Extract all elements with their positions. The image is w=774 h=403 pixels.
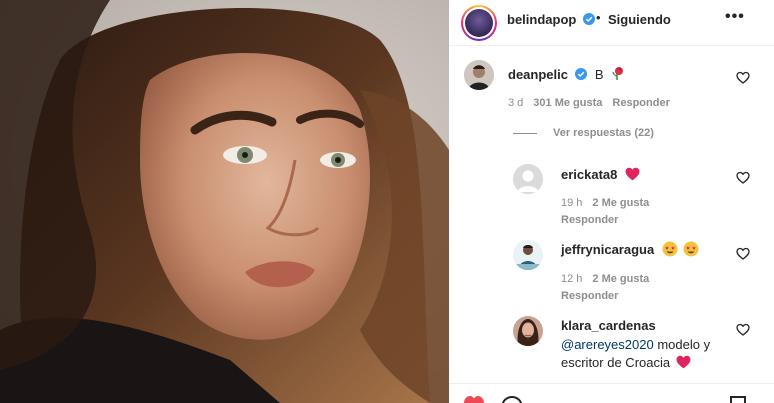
comment-avatar-erickata8[interactable] <box>513 164 543 194</box>
comment-meta-deanpelic: 3 d 301 Me gusta Responder <box>508 97 680 109</box>
star-struck-emoji-icon <box>683 241 699 257</box>
comment-meta-jeffrynicaragua: 12 h 2 Me gusta <box>561 273 659 285</box>
reply-button[interactable]: Responder <box>612 97 669 109</box>
reply-button[interactable]: Responder <box>561 214 618 226</box>
like-post-heart-icon[interactable] <box>463 396 485 403</box>
like-comment-heart-icon[interactable] <box>736 71 750 85</box>
post-photo <box>0 0 449 403</box>
avatar-photo-klara-cardenas <box>513 316 543 346</box>
mention-link[interactable]: @arereyes2020 <box>561 337 654 352</box>
comment-avatar-deanpelic[interactable] <box>464 60 494 90</box>
comment-text-line2: escritor de Croacia <box>561 355 710 370</box>
comment-avatar-klara-cardenas[interactable] <box>513 316 543 346</box>
comment-deanpelic: deanpelic B <box>508 66 625 84</box>
comment-time: 3 d <box>508 97 524 109</box>
comment-icon[interactable] <box>501 396 523 403</box>
comment-username[interactable]: erickata8 <box>561 167 617 182</box>
default-avatar-icon <box>513 164 543 194</box>
comment-likes[interactable]: 301 Me gusta <box>533 97 602 109</box>
following-button[interactable]: Siguiendo <box>608 12 671 27</box>
avatar-photo-deanpelic <box>464 60 494 90</box>
more-options-icon[interactable]: ••• <box>725 8 745 26</box>
view-replies-button[interactable]: Ver respuestas (22) <box>513 127 654 139</box>
header-separator: • <box>596 10 601 25</box>
avatar-photo-jeffrynicaragua <box>513 240 543 270</box>
comment-klara-cardenas: klara_cardenas @arereyes2020 modelo y es… <box>561 318 710 370</box>
comment-likes[interactable]: 2 Me gusta <box>592 273 649 285</box>
rose-emoji-icon <box>612 67 623 80</box>
verified-badge-icon <box>575 68 588 80</box>
portrait-illustration <box>0 0 449 403</box>
comment-username[interactable]: deanpelic <box>508 67 568 82</box>
comment-avatar-jeffrynicaragua[interactable] <box>513 240 543 270</box>
comment-time: 19 h <box>561 197 583 209</box>
comment-username[interactable]: klara_cardenas <box>561 318 710 333</box>
comment-meta-erickata8: 19 h 2 Me gusta <box>561 197 659 209</box>
view-replies-label[interactable]: Ver respuestas (22) <box>553 127 654 139</box>
like-comment-heart-icon[interactable] <box>736 171 750 185</box>
comments-panel: belindapop • Siguiendo ••• deanpelic B 3… <box>449 0 774 403</box>
reply-button[interactable]: Responder <box>561 290 618 302</box>
comment-jeffrynicaragua: jeffrynicaragua <box>561 241 699 259</box>
star-struck-emoji-icon <box>662 241 678 257</box>
post-action-bar <box>449 383 774 403</box>
comment-text-line1: @arereyes2020 modelo y <box>561 337 711 352</box>
replies-line <box>513 132 537 134</box>
comment-time: 12 h <box>561 273 583 285</box>
author-avatar[interactable] <box>461 5 497 41</box>
comment-likes[interactable]: 2 Me gusta <box>592 197 649 209</box>
like-comment-heart-icon[interactable] <box>736 247 750 261</box>
save-bookmark-icon[interactable] <box>729 396 747 403</box>
verified-badge-icon <box>582 13 595 25</box>
red-heart-emoji-icon <box>676 355 691 369</box>
comment-erickata8: erickata8 <box>561 166 640 184</box>
comment-username[interactable]: jeffrynicaragua <box>561 242 654 257</box>
author-username[interactable]: belindapop <box>507 12 595 27</box>
red-heart-emoji-icon <box>625 167 640 181</box>
comment-text: B <box>594 67 604 82</box>
post-header: belindapop • Siguiendo ••• <box>449 0 774 46</box>
like-comment-heart-icon[interactable] <box>736 323 750 337</box>
